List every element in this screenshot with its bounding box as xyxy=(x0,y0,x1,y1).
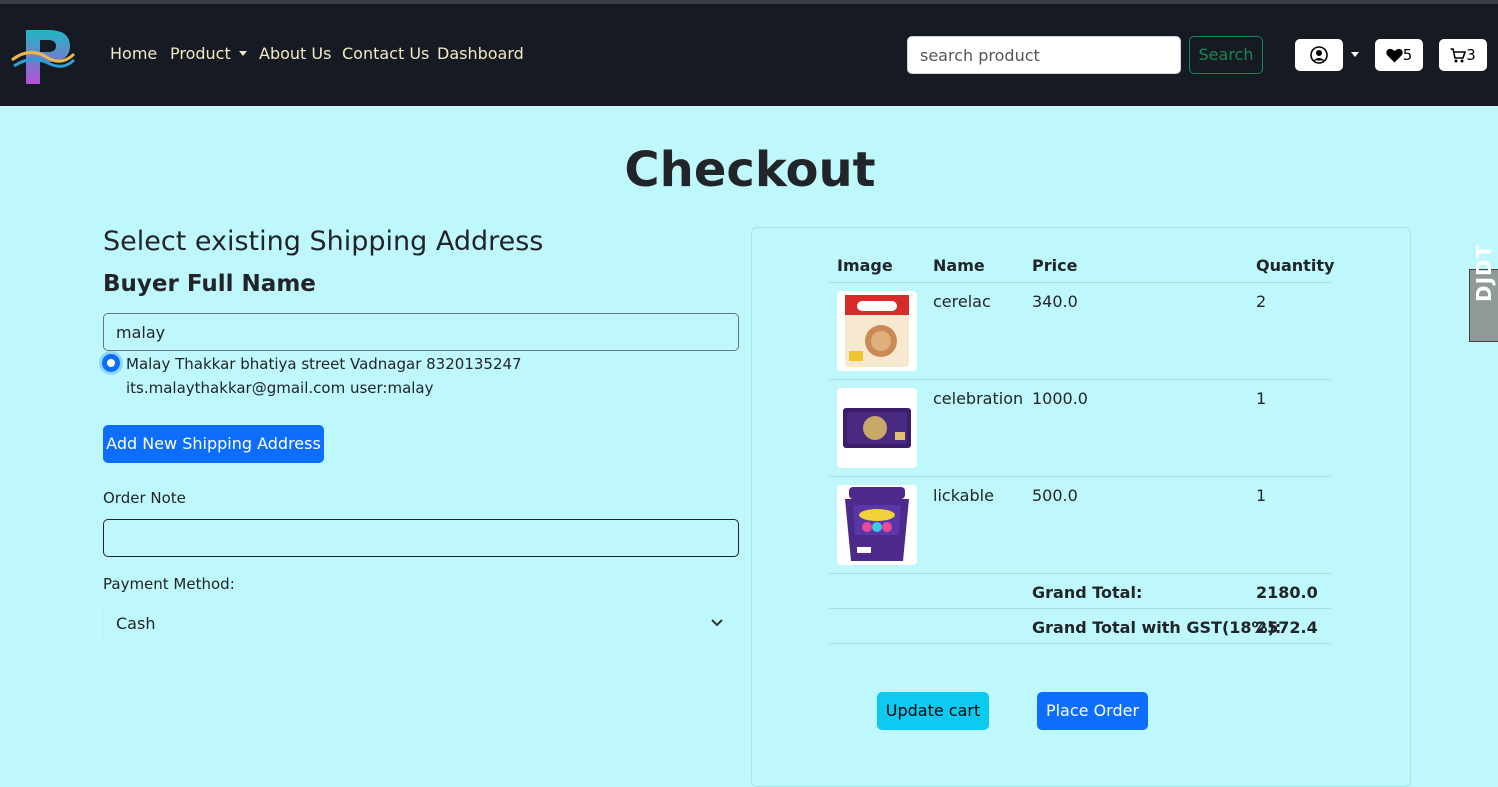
search-input[interactable] xyxy=(907,36,1181,74)
lickables-product-image xyxy=(837,485,917,565)
payment-method-select[interactable]: Cash xyxy=(103,605,739,643)
page-title: Checkout xyxy=(624,142,876,198)
nav-about-link[interactable]: About Us xyxy=(259,44,331,63)
chevron-down-icon xyxy=(238,51,247,56)
item-price: 500.0 xyxy=(1032,486,1078,505)
grand-total-label: Grand Total: xyxy=(1032,583,1143,602)
item-name: celebration xyxy=(933,389,1024,408)
table-divider xyxy=(829,282,1331,283)
order-note-label: Order Note xyxy=(103,489,186,507)
item-name: cerelac xyxy=(933,292,991,311)
heart-icon xyxy=(1385,48,1403,62)
address-label: Malay Thakkar bhatiya street Vadnagar 83… xyxy=(126,355,522,397)
order-note-field[interactable] xyxy=(103,519,739,557)
cart-button[interactable]: 3 xyxy=(1439,39,1487,71)
buyer-name-label: Buyer Full Name xyxy=(103,271,316,297)
payment-method-value: Cash xyxy=(116,614,156,633)
item-quantity: 1 xyxy=(1256,389,1267,408)
add-shipping-address-button[interactable]: Add New Shipping Address xyxy=(103,425,324,463)
celebration-product-image xyxy=(837,388,917,468)
col-header-price: Price xyxy=(1032,256,1078,275)
nav-product-label: Product xyxy=(170,44,231,63)
cerelac-product-image xyxy=(837,291,917,371)
col-header-quantity: Quantity xyxy=(1256,256,1335,275)
nav-contact-link[interactable]: Contact Us xyxy=(342,44,429,63)
wishlist-button[interactable]: 5 xyxy=(1375,39,1423,71)
nav-dashboard-link[interactable]: Dashboard xyxy=(437,44,524,63)
gst-total-value: 2572.4 xyxy=(1256,618,1318,637)
table-divider xyxy=(829,476,1331,477)
debug-toolbar-tab[interactable]: DJDT xyxy=(1469,244,1498,342)
nav-product-dropdown[interactable]: Product xyxy=(170,44,247,63)
item-quantity: 1 xyxy=(1256,486,1267,505)
place-order-button[interactable]: Place Order xyxy=(1037,692,1148,730)
address-radio[interactable] xyxy=(102,354,120,372)
update-cart-button[interactable]: Update cart xyxy=(877,692,989,730)
col-header-name: Name xyxy=(933,256,985,275)
gst-total-label: Grand Total with GST(18%): xyxy=(1032,618,1282,637)
user-menu-chevron-icon[interactable] xyxy=(1351,52,1359,57)
table-divider xyxy=(829,608,1331,609)
grand-total-value: 2180.0 xyxy=(1256,583,1318,602)
user-circle-icon xyxy=(1310,46,1328,64)
search-button[interactable]: Search xyxy=(1189,36,1263,74)
payment-method-label: Payment Method: xyxy=(103,575,235,593)
col-header-image: Image xyxy=(837,256,893,275)
user-account-button[interactable] xyxy=(1295,39,1343,71)
shipping-heading: Select existing Shipping Address xyxy=(103,226,544,257)
buyer-name-field[interactable] xyxy=(103,313,739,351)
item-quantity: 2 xyxy=(1256,292,1267,311)
table-divider xyxy=(829,379,1331,380)
cart-icon xyxy=(1450,47,1467,62)
table-divider xyxy=(829,643,1331,644)
debug-toolbar-label: DJDT xyxy=(1472,243,1496,302)
brand-logo-icon[interactable] xyxy=(8,24,76,88)
navbar: Home Product About Us Contact Us Dashboa… xyxy=(0,4,1498,106)
item-price: 340.0 xyxy=(1032,292,1078,311)
cart-count: 3 xyxy=(1466,46,1476,64)
wishlist-count: 5 xyxy=(1402,46,1413,64)
table-divider xyxy=(829,573,1331,574)
item-price: 1000.0 xyxy=(1032,389,1088,408)
item-name: lickable xyxy=(933,486,994,505)
chevron-down-icon xyxy=(710,606,724,642)
nav-home-link[interactable]: Home xyxy=(110,44,157,63)
